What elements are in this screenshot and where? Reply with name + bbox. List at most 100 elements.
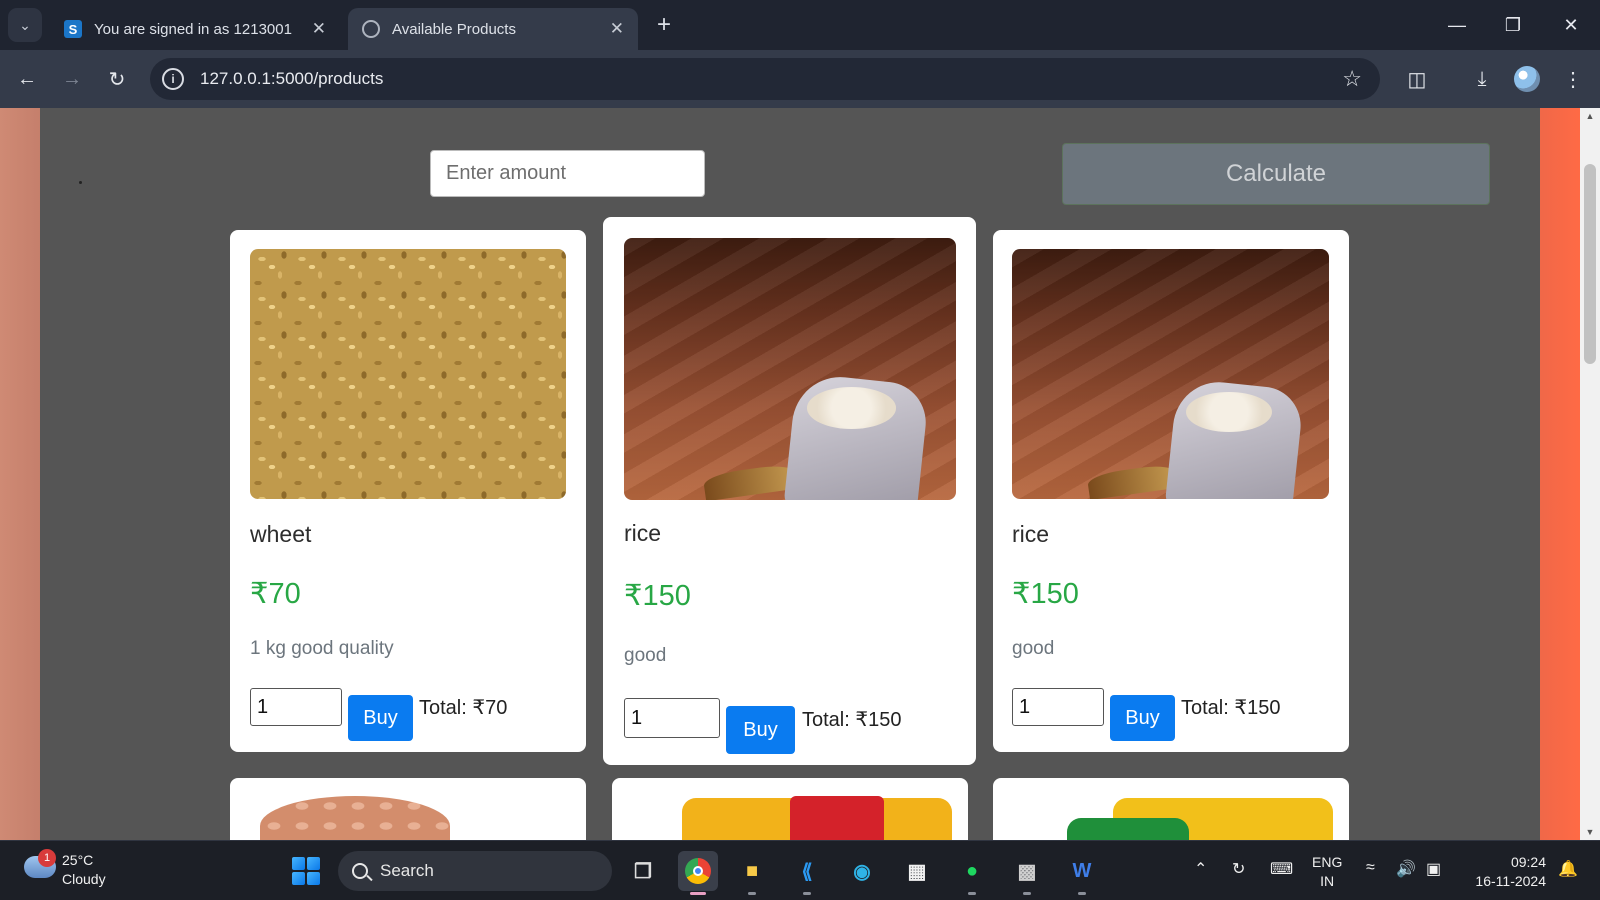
wifi-icon[interactable]: ≈ [1366, 859, 1375, 877]
url-text[interactable]: 127.0.0.1:5000/products [200, 69, 383, 89]
close-window-button[interactable]: ✕ [1548, 8, 1594, 42]
windows-logo-pane [307, 872, 320, 885]
bookmark-star-icon[interactable]: ☆ [1342, 66, 1362, 92]
quantity-input[interactable] [250, 688, 342, 726]
product-name: rice [624, 520, 662, 546]
buy-button[interactable]: Buy [726, 706, 795, 754]
chevron-up-icon[interactable]: ⌃ [1194, 859, 1207, 879]
running-indicator [1078, 892, 1086, 895]
task-view-icon[interactable]: ❒ [623, 851, 663, 891]
close-tab-icon[interactable]: ✕ [610, 19, 624, 39]
start-button[interactable] [292, 857, 320, 885]
globe-icon [362, 20, 380, 38]
quantity-input[interactable] [624, 698, 720, 738]
taskbar-search[interactable]: Search [338, 851, 612, 891]
chevron-down-icon: ⌄ [19, 16, 31, 33]
stray-dot [79, 181, 82, 184]
restore-button[interactable]: ❐ [1490, 8, 1536, 42]
product-name: wheet [250, 521, 312, 547]
product-description: 1 kg good quality [250, 638, 394, 659]
weather-desc: Cloudy [62, 871, 106, 887]
close-tab-icon[interactable]: ✕ [312, 19, 326, 39]
calculate-button[interactable]: Calculate [1062, 143, 1490, 205]
spotify-icon[interactable]: ● [952, 851, 992, 895]
weather-widget[interactable]: 25°C Cloudy [62, 851, 106, 889]
product-total: Total: ₹70 [419, 697, 508, 719]
running-indicator [748, 892, 756, 895]
kelloggs-logo-box [790, 796, 884, 840]
clock[interactable]: 09:24 16-11-2024 [1466, 853, 1546, 891]
tab-title: Available Products [392, 20, 516, 38]
download-icon[interactable]: ⤓ [1467, 64, 1497, 94]
product-card [230, 778, 586, 840]
scroll-up-arrow-icon[interactable]: ▲ [1580, 108, 1600, 124]
windows-logo-pane [307, 857, 320, 870]
tab-title: You are signed in as 1213001 [94, 20, 292, 38]
volume-icon[interactable]: 🔊 [1396, 859, 1416, 879]
address-bar[interactable]: i 127.0.0.1:5000/products ☆ [150, 58, 1380, 100]
windows-logo-pane [292, 872, 305, 885]
product-image-peanuts [260, 796, 450, 840]
scroll-down-arrow-icon[interactable]: ▼ [1580, 824, 1600, 840]
site-favicon-icon: S [64, 20, 82, 38]
quantity-input[interactable] [1012, 688, 1104, 726]
language-indicator[interactable]: ENG IN [1312, 853, 1342, 891]
vscode-icon[interactable]: ⟪ [787, 851, 827, 895]
buy-button[interactable]: Buy [348, 695, 413, 741]
taskbar: 1 25°C Cloudy Search ❒ ■ ⟪ ◉ ▦ ● ▩ W ⌃ ↻… [0, 840, 1600, 900]
new-tab-button[interactable]: + [650, 10, 678, 40]
rice-grains-decor [806, 387, 897, 430]
word-icon[interactable]: W [1062, 851, 1102, 895]
weather-temp: 25°C [62, 852, 94, 868]
notification-bell-icon[interactable]: 🔔 [1558, 859, 1578, 879]
running-indicator [968, 892, 976, 895]
product-total: Total: ₹150 [1181, 697, 1281, 719]
tab-signed-in[interactable]: S You are signed in as 1213001 ✕ [50, 8, 340, 50]
product-image-rice [624, 238, 956, 500]
product-description: good [624, 645, 667, 666]
store-icon[interactable]: ▦ [897, 851, 937, 891]
product-card [993, 778, 1349, 840]
search-icon [352, 863, 368, 879]
product-price: ₹150 [624, 580, 691, 612]
tab-search-button[interactable]: ⌄ [8, 8, 42, 42]
edge-icon[interactable]: ◉ [842, 851, 882, 891]
reload-button[interactable]: ↻ [100, 62, 134, 96]
clock-date: 16-11-2024 [1475, 873, 1546, 889]
chrome-logo [685, 858, 711, 884]
product-card [612, 778, 968, 840]
menu-icon[interactable]: ⋮ [1558, 64, 1588, 94]
chrome-icon[interactable] [678, 851, 718, 895]
browser-toolbar: ← → ↻ i 127.0.0.1:5000/products ☆ ◫ ⤓ ⋮ [0, 50, 1600, 108]
scrollbar-thumb[interactable] [1584, 164, 1596, 364]
back-button[interactable]: ← [10, 62, 44, 96]
product-description: good [1012, 638, 1055, 659]
product-card: rice ₹150 good Buy Total: ₹150 [603, 217, 976, 765]
active-indicator [690, 892, 706, 895]
search-label: Search [380, 861, 434, 880]
minimize-button[interactable]: — [1434, 8, 1480, 42]
buy-button[interactable]: Buy [1110, 695, 1175, 741]
extensions-icon[interactable]: ◫ [1402, 64, 1432, 94]
product-image-wheat [250, 249, 566, 499]
profile-avatar[interactable] [1514, 66, 1540, 92]
site-info-icon[interactable]: i [162, 68, 184, 90]
amount-input[interactable] [430, 150, 705, 197]
cereal-pack-green [1067, 818, 1189, 840]
tab-strip: ⌄ S You are signed in as 1213001 ✕ Avail… [0, 0, 1600, 50]
sync-icon[interactable]: ↻ [1232, 859, 1245, 879]
product-image-rice [1012, 249, 1329, 499]
file-explorer-icon[interactable]: ■ [732, 851, 772, 895]
product-name: rice [1012, 521, 1050, 547]
product-total: Total: ₹150 [802, 709, 902, 731]
forward-button[interactable]: → [55, 62, 89, 96]
keyboard-icon[interactable]: ⌨ [1270, 859, 1293, 879]
tab-available-products[interactable]: Available Products ✕ [348, 8, 638, 50]
vertical-scrollbar[interactable]: ▲ ▼ [1580, 108, 1600, 840]
terminal-icon[interactable]: ▩ [1007, 851, 1047, 895]
running-indicator [1023, 892, 1031, 895]
chrome-logo-center [693, 866, 703, 876]
battery-icon[interactable]: ▣ [1426, 859, 1441, 879]
product-card: rice ₹150 good Buy Total: ₹150 [993, 230, 1349, 752]
clock-time: 09:24 [1510, 854, 1546, 870]
